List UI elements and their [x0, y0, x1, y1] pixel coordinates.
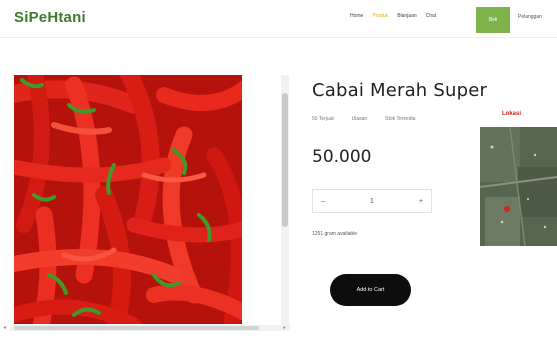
add-to-cart-button[interactable]: Add to Cart	[330, 274, 411, 306]
scroll-left-icon[interactable]: ◂	[3, 324, 6, 331]
product-meta: 50 Terjual Ulasan Stok Tersedia	[312, 116, 415, 122]
qty-minus-button[interactable]: –	[321, 198, 325, 205]
meta-rating[interactable]: Ulasan	[352, 116, 368, 122]
product-image	[14, 75, 242, 324]
horizontal-scrollbar[interactable]	[10, 325, 290, 331]
vertical-scrollbar-thumb[interactable]	[282, 93, 288, 227]
location-label: Lokasi	[502, 111, 522, 117]
quantity-stepper: – 1 +	[312, 189, 432, 213]
scroll-right-icon[interactable]: ▸	[283, 324, 286, 331]
satellite-map-image	[480, 127, 557, 246]
meta-stock: Stok Tersedia	[385, 116, 416, 122]
nav-link-blanjaan[interactable]: Blanjaan	[397, 13, 416, 19]
horizontal-scrollbar-thumb[interactable]	[14, 326, 259, 330]
qty-value[interactable]: 1	[370, 198, 374, 205]
product-title: Cabai Merah Super	[312, 80, 488, 101]
meta-sold: 50 Terjual	[312, 116, 334, 122]
chili-peppers-image	[14, 75, 242, 324]
nav-link-produk[interactable]: Produk	[372, 13, 388, 19]
stock-available: 1251 gram available	[312, 231, 358, 237]
nav-user-menu[interactable]: Pelanggan	[518, 14, 542, 20]
qty-plus-button[interactable]: +	[419, 198, 423, 205]
nav-action-button[interactable]: Beli	[476, 7, 510, 33]
vertical-scrollbar[interactable]	[281, 75, 289, 325]
map-pin-icon	[504, 206, 510, 212]
location-map[interactable]	[480, 127, 557, 246]
nav-links: Home Produk Blanjaan Chat	[350, 13, 436, 19]
brand-logo[interactable]: SiPeHtani	[14, 9, 86, 26]
navbar: SiPeHtani Home Produk Blanjaan Chat Beli…	[0, 0, 557, 38]
nav-link-chat[interactable]: Chat	[426, 13, 437, 19]
product-price: 50.000	[312, 147, 372, 167]
nav-link-home[interactable]: Home	[350, 13, 363, 19]
